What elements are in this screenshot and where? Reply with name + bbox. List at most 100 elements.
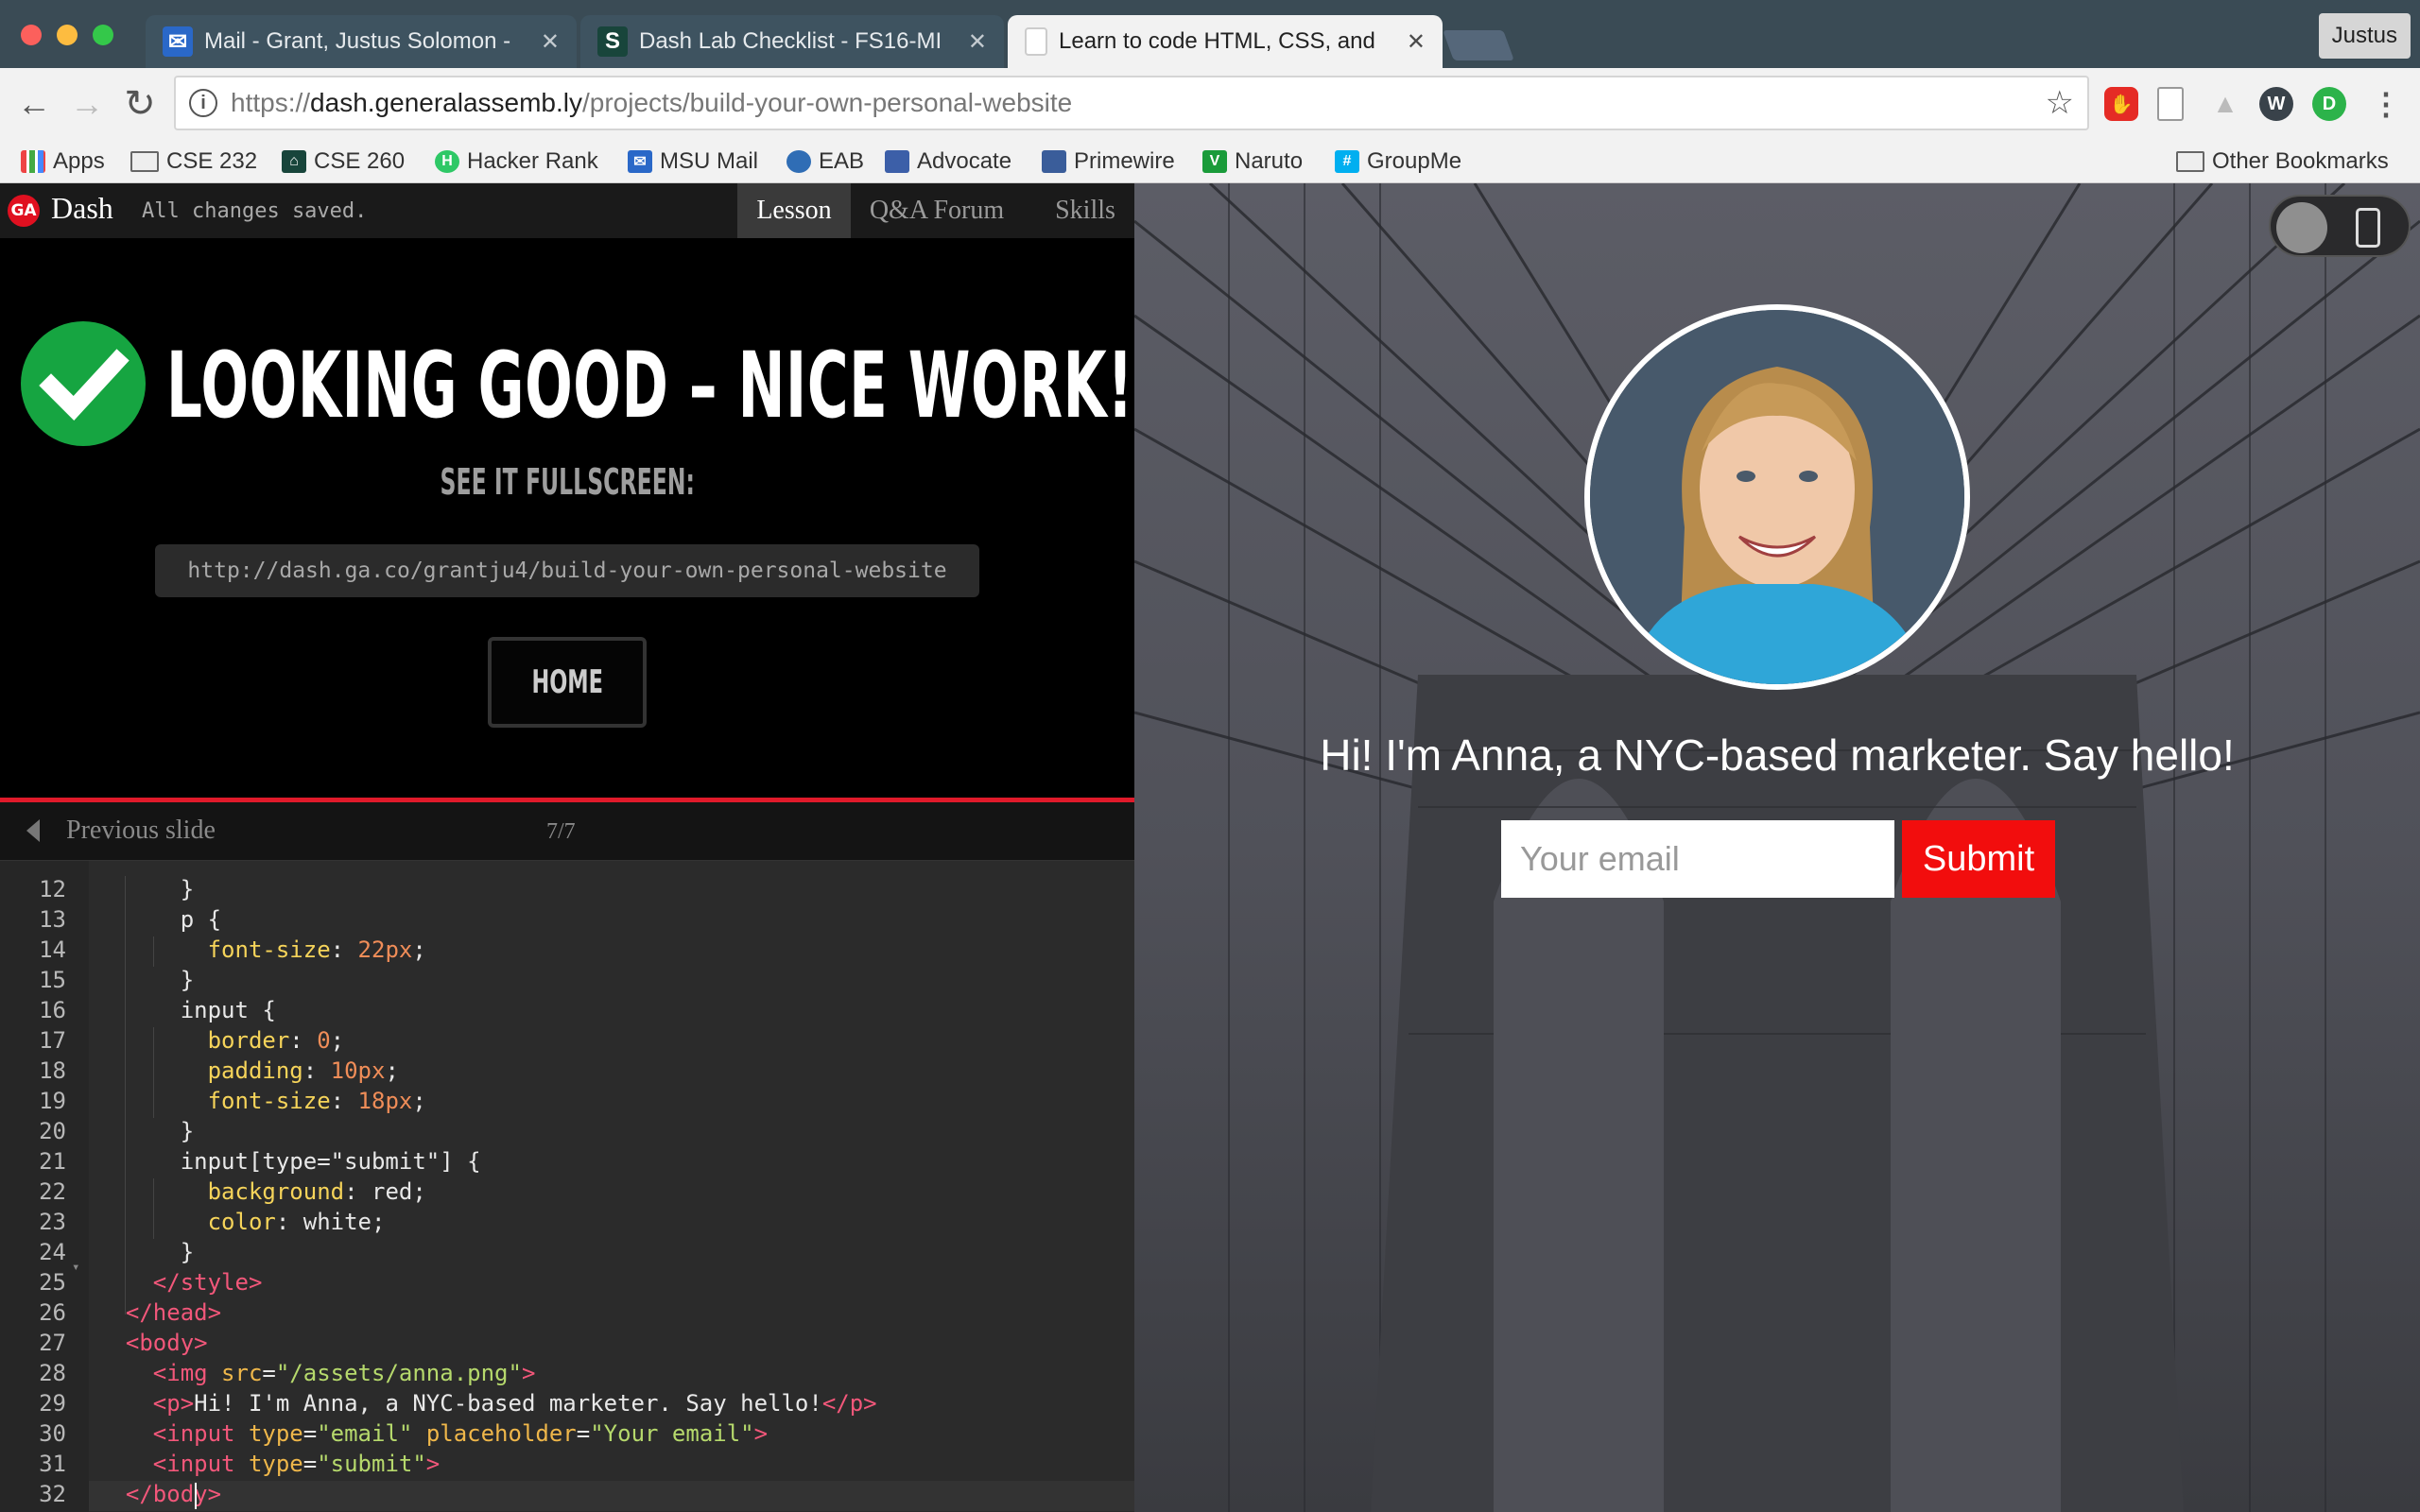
tab-lesson[interactable]: Lesson — [737, 183, 851, 238]
reload-button[interactable]: ↻ — [117, 81, 163, 127]
save-status: All changes saved. — [142, 199, 368, 223]
folder-icon — [2176, 151, 2204, 172]
tab-title: Mail - Grant, Justus Solomon - — [204, 28, 511, 54]
ga-logo-icon[interactable]: GA — [8, 195, 40, 227]
browser-tab-checklist[interactable]: S Dash Lab Checklist - FS16-MI ✕ — [580, 15, 1004, 68]
code-line: <input type="email" placeholder="Your em… — [152, 1420, 769, 1447]
code-line: <p>Hi! I'm Anna, a NYC-based marketer. S… — [152, 1390, 877, 1417]
d-extension-icon[interactable]: D — [2312, 87, 2346, 121]
mail-icon: ✉ — [163, 26, 193, 57]
close-tab-icon[interactable]: ✕ — [541, 28, 560, 56]
submit-button[interactable]: Submit — [1902, 820, 2055, 898]
document-extension-icon[interactable] — [2157, 87, 2184, 121]
logo-text: GA — [10, 201, 37, 220]
eab-icon — [786, 150, 811, 173]
lesson-panel: LOOKING GOOD – NICE WORK! SEE IT FULLSCR… — [0, 238, 1134, 801]
code-line: </head> — [125, 1299, 222, 1326]
code-editor[interactable]: 12 13 14 15 16 17 18 19 20 21 22 23 24 2… — [0, 861, 1134, 1512]
close-window-button[interactable] — [21, 25, 42, 45]
address-bar[interactable]: i https://dash.generalassemb.ly/projects… — [174, 76, 2089, 130]
profile-button[interactable]: Justus — [2318, 13, 2411, 59]
code-line: border: 0; — [207, 1027, 345, 1054]
app-title[interactable]: Dash — [51, 191, 113, 226]
bookmark-advocate[interactable]: Advocate — [885, 146, 1011, 178]
code-line: </body> — [125, 1481, 222, 1507]
see-fullscreen-label: SEE IT FULLSCREEN: — [0, 461, 1134, 503]
bookmark-other[interactable]: Other Bookmarks — [2176, 146, 2389, 178]
bookmark-apps[interactable]: Apps — [21, 146, 105, 178]
browser-toolbar: ← → ↻ i https://dash.generalassemb.ly/pr… — [0, 68, 2420, 140]
page-icon — [1025, 27, 1047, 56]
bookmark-eab[interactable]: EAB — [786, 146, 864, 178]
success-headline: LOOKING GOOD – NICE WORK! — [166, 333, 1134, 438]
maximize-window-button[interactable] — [93, 25, 113, 45]
line-number: 32 — [39, 1481, 66, 1507]
checkmark-icon — [21, 321, 146, 446]
site-preview: Hi! I'm Anna, a NYC-based marketer. Say … — [1134, 183, 2420, 1512]
bookmark-star-icon[interactable]: ☆ — [2046, 84, 2074, 122]
bookmark-hacker-rank[interactable]: H Hacker Rank — [435, 146, 598, 178]
tab-skills[interactable]: Skills — [1040, 183, 1131, 238]
tab-label: Lesson — [756, 196, 832, 225]
mobile-phone-icon — [2356, 208, 2380, 248]
adblock-icon[interactable]: ✋ — [2104, 87, 2138, 121]
drive-extension-icon[interactable]: ▲ — [2208, 87, 2242, 121]
line-number: 25 — [39, 1269, 66, 1296]
site-info-icon[interactable]: i — [189, 89, 217, 117]
browser-tab-strip: ✉ Mail - Grant, Justus Solomon - ✕ S Das… — [0, 0, 2420, 68]
slide-nav-bar: Previous slide 7/7 — [0, 802, 1134, 861]
code-line: } — [98, 1239, 195, 1265]
line-number: 22 — [39, 1178, 66, 1205]
fullscreen-url[interactable]: http://dash.ga.co/grantju4/build-your-ow… — [155, 544, 979, 597]
code-line: } — [98, 876, 195, 902]
code-line: input[type="submit"] { — [98, 1148, 481, 1175]
menu-kebab-icon[interactable]: ⋮ — [2369, 87, 2403, 121]
bookmark-label: MSU Mail — [660, 148, 759, 174]
bookmark-cse260[interactable]: ⌂ CSE 260 — [282, 146, 405, 178]
line-number: 13 — [39, 906, 66, 933]
forward-button[interactable]: → — [64, 81, 110, 127]
url-host: dash.generalassemb.ly — [310, 88, 582, 117]
line-number: 20 — [39, 1118, 66, 1144]
greeting-text: Hi! I'm Anna, a NYC-based marketer. Say … — [1320, 730, 2235, 780]
close-tab-icon[interactable]: ✕ — [968, 28, 987, 56]
line-number: 28 — [39, 1360, 66, 1386]
bookmark-msu-mail[interactable]: ✉ MSU Mail — [628, 146, 758, 178]
folder-icon — [130, 151, 159, 172]
w-extension-icon[interactable]: W — [2259, 87, 2293, 121]
new-tab-button[interactable] — [1443, 30, 1514, 60]
apps-grid-icon — [21, 150, 45, 173]
line-number: 26 — [39, 1299, 66, 1326]
line-number: 14 — [39, 936, 66, 963]
bookmark-label: GroupMe — [1367, 148, 1462, 174]
bookmark-label: Apps — [53, 148, 105, 174]
bookmark-label: CSE 260 — [314, 148, 406, 174]
home-button[interactable]: HOME — [488, 637, 647, 728]
browser-tab-mail[interactable]: ✉ Mail - Grant, Justus Solomon - ✕ — [146, 15, 577, 68]
bookmark-primewire[interactable]: Primewire — [1042, 146, 1175, 178]
advocate-icon — [885, 150, 909, 173]
minimize-window-button[interactable] — [57, 25, 78, 45]
code-line: <input type="submit"> — [152, 1451, 441, 1477]
primewire-icon — [1042, 150, 1066, 173]
caret-left-icon[interactable] — [26, 819, 40, 842]
line-number: 31 — [39, 1451, 66, 1477]
text-cursor — [195, 1483, 197, 1509]
close-tab-icon[interactable]: ✕ — [1407, 28, 1426, 56]
previous-slide-button[interactable]: Previous slide — [66, 816, 216, 846]
device-toggle[interactable] — [2269, 195, 2411, 257]
browser-tab-active[interactable]: Learn to code HTML, CSS, and ✕ — [1008, 15, 1443, 68]
bookmark-naruto[interactable]: V Naruto — [1202, 146, 1303, 178]
code-line: <img src="/assets/anna.png"> — [152, 1360, 536, 1386]
code-line: p { — [98, 906, 222, 933]
bookmark-cse232[interactable]: CSE 232 — [130, 146, 257, 178]
tab-qa-forum[interactable]: Q&A Forum — [856, 183, 1017, 238]
line-number: 15 — [39, 967, 66, 993]
bookmark-groupme[interactable]: # GroupMe — [1335, 146, 1461, 178]
mail-icon: ✉ — [628, 150, 652, 173]
email-input[interactable] — [1501, 820, 1894, 898]
back-button[interactable]: ← — [11, 81, 57, 127]
line-number: 17 — [39, 1027, 66, 1054]
fold-caret-icon[interactable]: ▾ — [72, 1260, 79, 1275]
dash-header: GA Dash All changes saved. Lesson Q&A Fo… — [0, 183, 1134, 238]
